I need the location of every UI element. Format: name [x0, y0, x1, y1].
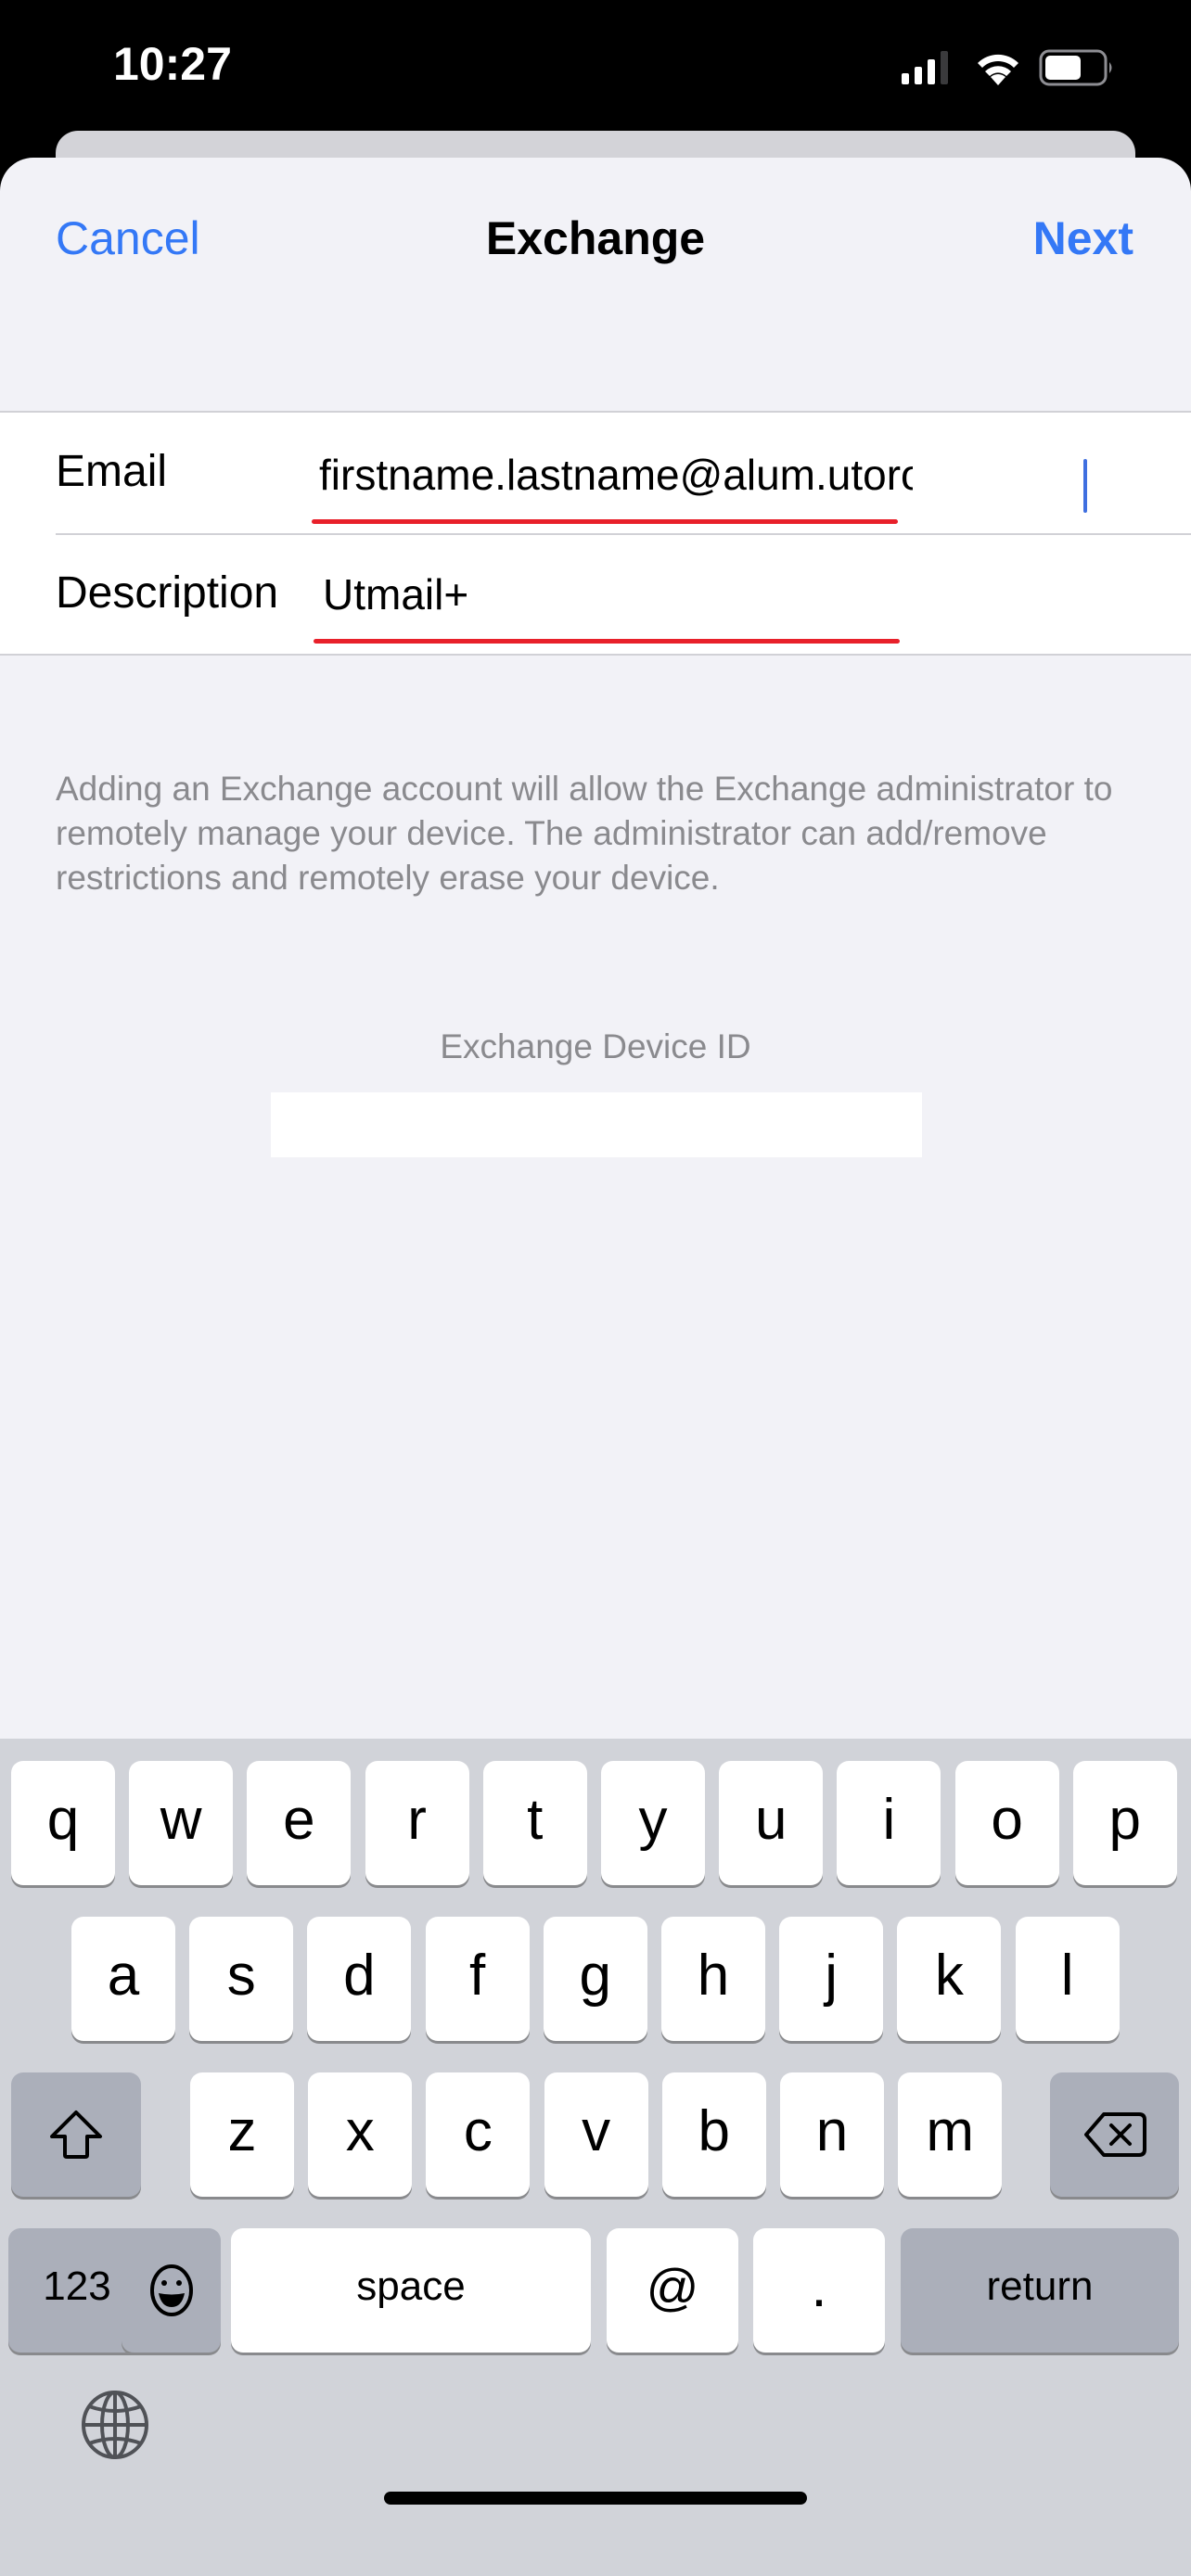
- shift-key[interactable]: [11, 2072, 141, 2197]
- delete-key[interactable]: [1050, 2072, 1179, 2197]
- key-label: u: [754, 1787, 788, 1852]
- status-bar: 10:27: [0, 0, 1191, 139]
- key-a[interactable]: a: [71, 1917, 175, 2041]
- key-e[interactable]: e: [247, 1761, 352, 1885]
- key-label: k: [934, 1943, 964, 2008]
- key-label: b: [698, 2098, 731, 2163]
- key-w[interactable]: w: [129, 1761, 234, 1885]
- exchange-admin-notice: Adding an Exchange account will allow th…: [56, 770, 1113, 897]
- space-key[interactable]: space: [231, 2228, 591, 2353]
- annotation-underline-email: [312, 519, 898, 524]
- key-c[interactable]: c: [426, 2072, 531, 2197]
- key-label: n: [815, 2098, 849, 2163]
- email-label: Email: [56, 447, 168, 496]
- emoji-smile-icon: [149, 2264, 193, 2316]
- key-q[interactable]: q: [11, 1761, 115, 1885]
- key-d[interactable]: d: [307, 1917, 412, 2041]
- numbers-key-label: 123: [43, 2264, 111, 2309]
- key-label: q: [46, 1787, 80, 1852]
- key-label: w: [160, 1787, 202, 1852]
- globe-icon[interactable]: [80, 2390, 150, 2460]
- shift-arrow-icon: [50, 2111, 102, 2159]
- period-key-label: .: [811, 2254, 827, 2319]
- period-key[interactable]: .: [753, 2228, 885, 2353]
- key-label: r: [407, 1787, 427, 1852]
- description-row: Description: [0, 534, 1191, 656]
- next-button[interactable]: Next: [1033, 211, 1133, 265]
- email-field[interactable]: [319, 450, 913, 500]
- key-k[interactable]: k: [897, 1917, 1002, 2041]
- key-v[interactable]: v: [544, 2072, 648, 2197]
- device-id-value: [271, 1092, 922, 1157]
- key-t[interactable]: t: [482, 1761, 587, 1885]
- key-z[interactable]: z: [190, 2072, 294, 2197]
- key-label: v: [582, 2098, 611, 2163]
- key-y[interactable]: y: [601, 1761, 705, 1885]
- space-key-label: space: [356, 2264, 466, 2309]
- emoji-key[interactable]: [122, 2228, 221, 2353]
- key-label: s: [226, 1943, 256, 2008]
- annotation-underline-description: [314, 639, 900, 644]
- device-id-label: Exchange Device ID: [440, 1027, 751, 1065]
- key-b[interactable]: b: [661, 2072, 766, 2197]
- key-h[interactable]: h: [661, 1917, 765, 2041]
- key-j[interactable]: j: [779, 1917, 884, 2041]
- return-key-label: return: [986, 2264, 1094, 2309]
- description-label: Description: [56, 568, 279, 618]
- at-key-label: @: [646, 2257, 699, 2316]
- email-row: Email: [0, 413, 1191, 535]
- key-n[interactable]: n: [780, 2072, 884, 2197]
- key-label: t: [527, 1787, 544, 1852]
- key-l[interactable]: l: [1015, 1917, 1120, 2041]
- key-label: z: [227, 2098, 257, 2163]
- account-form: Email Description: [0, 411, 1191, 656]
- key-label: a: [107, 1943, 140, 2008]
- home-indicator[interactable]: [384, 2492, 807, 2505]
- key-label: j: [825, 1943, 839, 2008]
- key-r[interactable]: r: [365, 1761, 469, 1885]
- key-label: p: [1108, 1787, 1142, 1852]
- description-field[interactable]: [323, 569, 916, 619]
- key-i[interactable]: i: [837, 1761, 941, 1885]
- return-key[interactable]: return: [901, 2228, 1179, 2353]
- key-g[interactable]: g: [543, 1917, 647, 2041]
- key-label: i: [882, 1787, 896, 1852]
- key-f[interactable]: f: [425, 1917, 530, 2041]
- key-label: e: [283, 1787, 315, 1852]
- key-label: g: [579, 1943, 612, 2008]
- cellular-signal-icon: [902, 51, 948, 84]
- key-label: x: [345, 2098, 375, 2163]
- battery-icon: [1039, 49, 1112, 86]
- key-label: m: [926, 2098, 975, 2163]
- at-key[interactable]: @: [607, 2228, 738, 2353]
- page-title: Exchange: [485, 212, 706, 264]
- key-x[interactable]: x: [308, 2072, 413, 2197]
- key-label: l: [1060, 1943, 1074, 2008]
- key-label: d: [343, 1943, 376, 2008]
- key-label: y: [638, 1787, 668, 1852]
- backspace-icon: [1083, 2112, 1146, 2157]
- keyboard: q w e r t y u i o p a s d f g h j k l z x c v b n m 123 space @…: [0, 1739, 1191, 2576]
- key-m[interactable]: m: [898, 2072, 1003, 2197]
- key-p[interactable]: p: [1072, 1761, 1177, 1885]
- key-o[interactable]: o: [954, 1761, 1059, 1885]
- text-cursor: [1083, 459, 1087, 513]
- key-label: c: [463, 2098, 493, 2163]
- key-label: f: [468, 1943, 486, 2008]
- key-s[interactable]: s: [189, 1917, 294, 2041]
- wifi-icon: [978, 54, 1018, 85]
- key-label: h: [697, 1943, 730, 2008]
- status-time: 10:27: [113, 38, 232, 90]
- key-u[interactable]: u: [719, 1761, 824, 1885]
- key-label: o: [991, 1787, 1023, 1852]
